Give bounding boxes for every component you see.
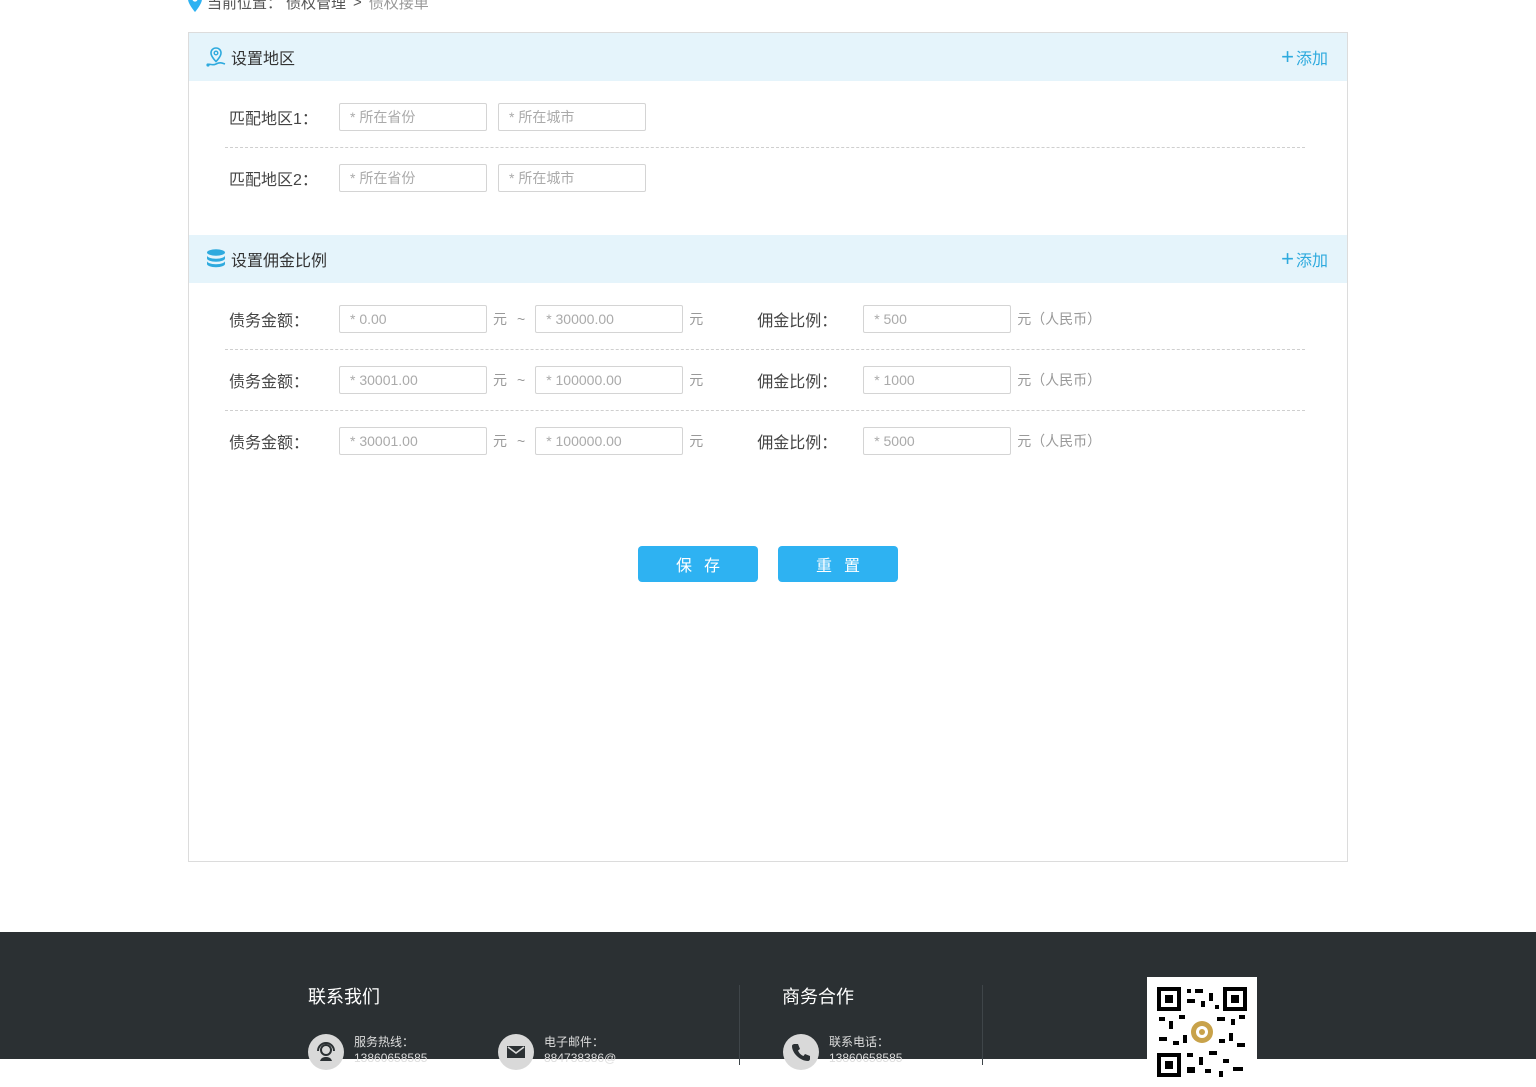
range-tilde: ~: [517, 372, 526, 388]
breadcrumb-section[interactable]: 债权管理: [286, 0, 346, 13]
reset-button[interactable]: 重置: [778, 546, 898, 582]
province-input[interactable]: [339, 103, 487, 131]
plus-icon: +: [1281, 44, 1294, 69]
range-tilde: ~: [517, 311, 526, 327]
breadcrumb-current: 债权接单: [368, 0, 429, 12]
unit-label: 元: [689, 433, 704, 449]
unit-label: 元: [689, 372, 704, 388]
region-section-header: 设置地区 + 添加: [189, 33, 1347, 81]
commission-ratio-input[interactable]: [863, 305, 1012, 333]
email-item: 电子邮件： 884738386@: [498, 1034, 616, 1070]
ratio-unit-label: 元（人民币）: [1017, 433, 1102, 449]
qr-code: [1147, 977, 1257, 1087]
debt-amount-label: 债务金额：: [229, 374, 310, 391]
amount-from-input[interactable]: [339, 366, 487, 394]
commission-ratio-label: 佣金比例：: [757, 313, 838, 330]
breadcrumb: 当前位置： 债权管理 > 债权接单: [187, 0, 429, 13]
region-row: 匹配地区2：: [225, 148, 1305, 208]
qr-code-icon: [1157, 987, 1247, 1077]
breadcrumb-prefix: 当前位置：: [207, 0, 283, 12]
location-pin-icon: [188, 0, 202, 12]
commission-ratio-label: 佣金比例：: [757, 374, 838, 391]
commission-row: 债务金额： 元 ~ 元 佣金比例： 元（人民币）: [225, 411, 1305, 471]
hotline-value: 13860658585: [354, 1051, 428, 1065]
contact-title: 联系我们: [308, 987, 380, 1007]
unit-label: 元: [493, 311, 507, 327]
commission-row: 债务金额： 元 ~ 元 佣金比例： 元（人民币）: [225, 350, 1305, 411]
hotline-label: 服务热线：: [354, 1035, 415, 1049]
unit-label: 元: [493, 433, 507, 449]
amount-to-input[interactable]: [535, 427, 684, 455]
add-region-label: 添加: [1295, 51, 1328, 68]
email-value[interactable]: 884738386@: [544, 1050, 616, 1066]
customer-service-icon: [308, 1034, 344, 1070]
commission-section-title: 设置佣金比例: [231, 253, 328, 270]
plus-icon: +: [1281, 246, 1294, 271]
commission-ratio-input[interactable]: [863, 427, 1012, 455]
commission-ratio-label: 佣金比例：: [757, 435, 838, 452]
add-commission-label: 添加: [1295, 253, 1328, 270]
region-row-label: 匹配地区1：: [229, 111, 318, 128]
unit-label: 元: [689, 311, 704, 327]
region-row-label: 匹配地区2：: [229, 172, 318, 189]
business-title: 商务合作: [782, 987, 854, 1007]
footer-divider: [739, 985, 740, 1065]
phone-label: 联系电话：: [829, 1035, 890, 1049]
province-input[interactable]: [339, 164, 487, 192]
add-commission-button[interactable]: + 添加: [1281, 235, 1328, 283]
amount-from-input[interactable]: [339, 305, 487, 333]
map-pin-icon: [205, 46, 227, 68]
phone-icon: [783, 1034, 819, 1070]
mail-icon: [498, 1034, 534, 1070]
commission-row: 债务金额： 元 ~ 元 佣金比例： 元（人民币）: [225, 289, 1305, 350]
debt-amount-label: 债务金额：: [229, 435, 310, 452]
amount-to-input[interactable]: [535, 305, 684, 333]
phone-value: 13860658585: [829, 1051, 903, 1065]
city-input[interactable]: [498, 103, 646, 131]
region-section-title: 设置地区: [231, 51, 296, 68]
settings-panel: 设置地区 + 添加 匹配地区1： 匹配地区2： 设置佣金比例 + 添加: [188, 32, 1348, 862]
debt-amount-label: 债务金额：: [229, 313, 310, 330]
commission-section-header: 设置佣金比例 + 添加: [189, 235, 1347, 283]
database-icon: [205, 248, 227, 270]
unit-label: 元: [493, 372, 507, 388]
amount-to-input[interactable]: [535, 366, 684, 394]
breadcrumb-separator: >: [353, 0, 362, 11]
region-row: 匹配地区1：: [225, 87, 1305, 148]
city-input[interactable]: [498, 164, 646, 192]
ratio-unit-label: 元（人民币）: [1017, 311, 1102, 327]
phone-item: 联系电话： 13860658585: [783, 1034, 902, 1070]
amount-from-input[interactable]: [339, 427, 487, 455]
add-region-button[interactable]: + 添加: [1281, 33, 1328, 81]
hotline-item: 服务热线： 13860658585: [308, 1034, 427, 1070]
commission-ratio-input[interactable]: [863, 366, 1012, 394]
footer-divider: [982, 985, 983, 1065]
footer: 联系我们 服务热线： 13860658585 电子邮件： 884738386@ …: [0, 932, 1536, 1087]
email-label: 电子邮件：: [544, 1035, 605, 1049]
save-button[interactable]: 保存: [638, 546, 758, 582]
ratio-unit-label: 元（人民币）: [1017, 372, 1102, 388]
range-tilde: ~: [517, 433, 526, 449]
